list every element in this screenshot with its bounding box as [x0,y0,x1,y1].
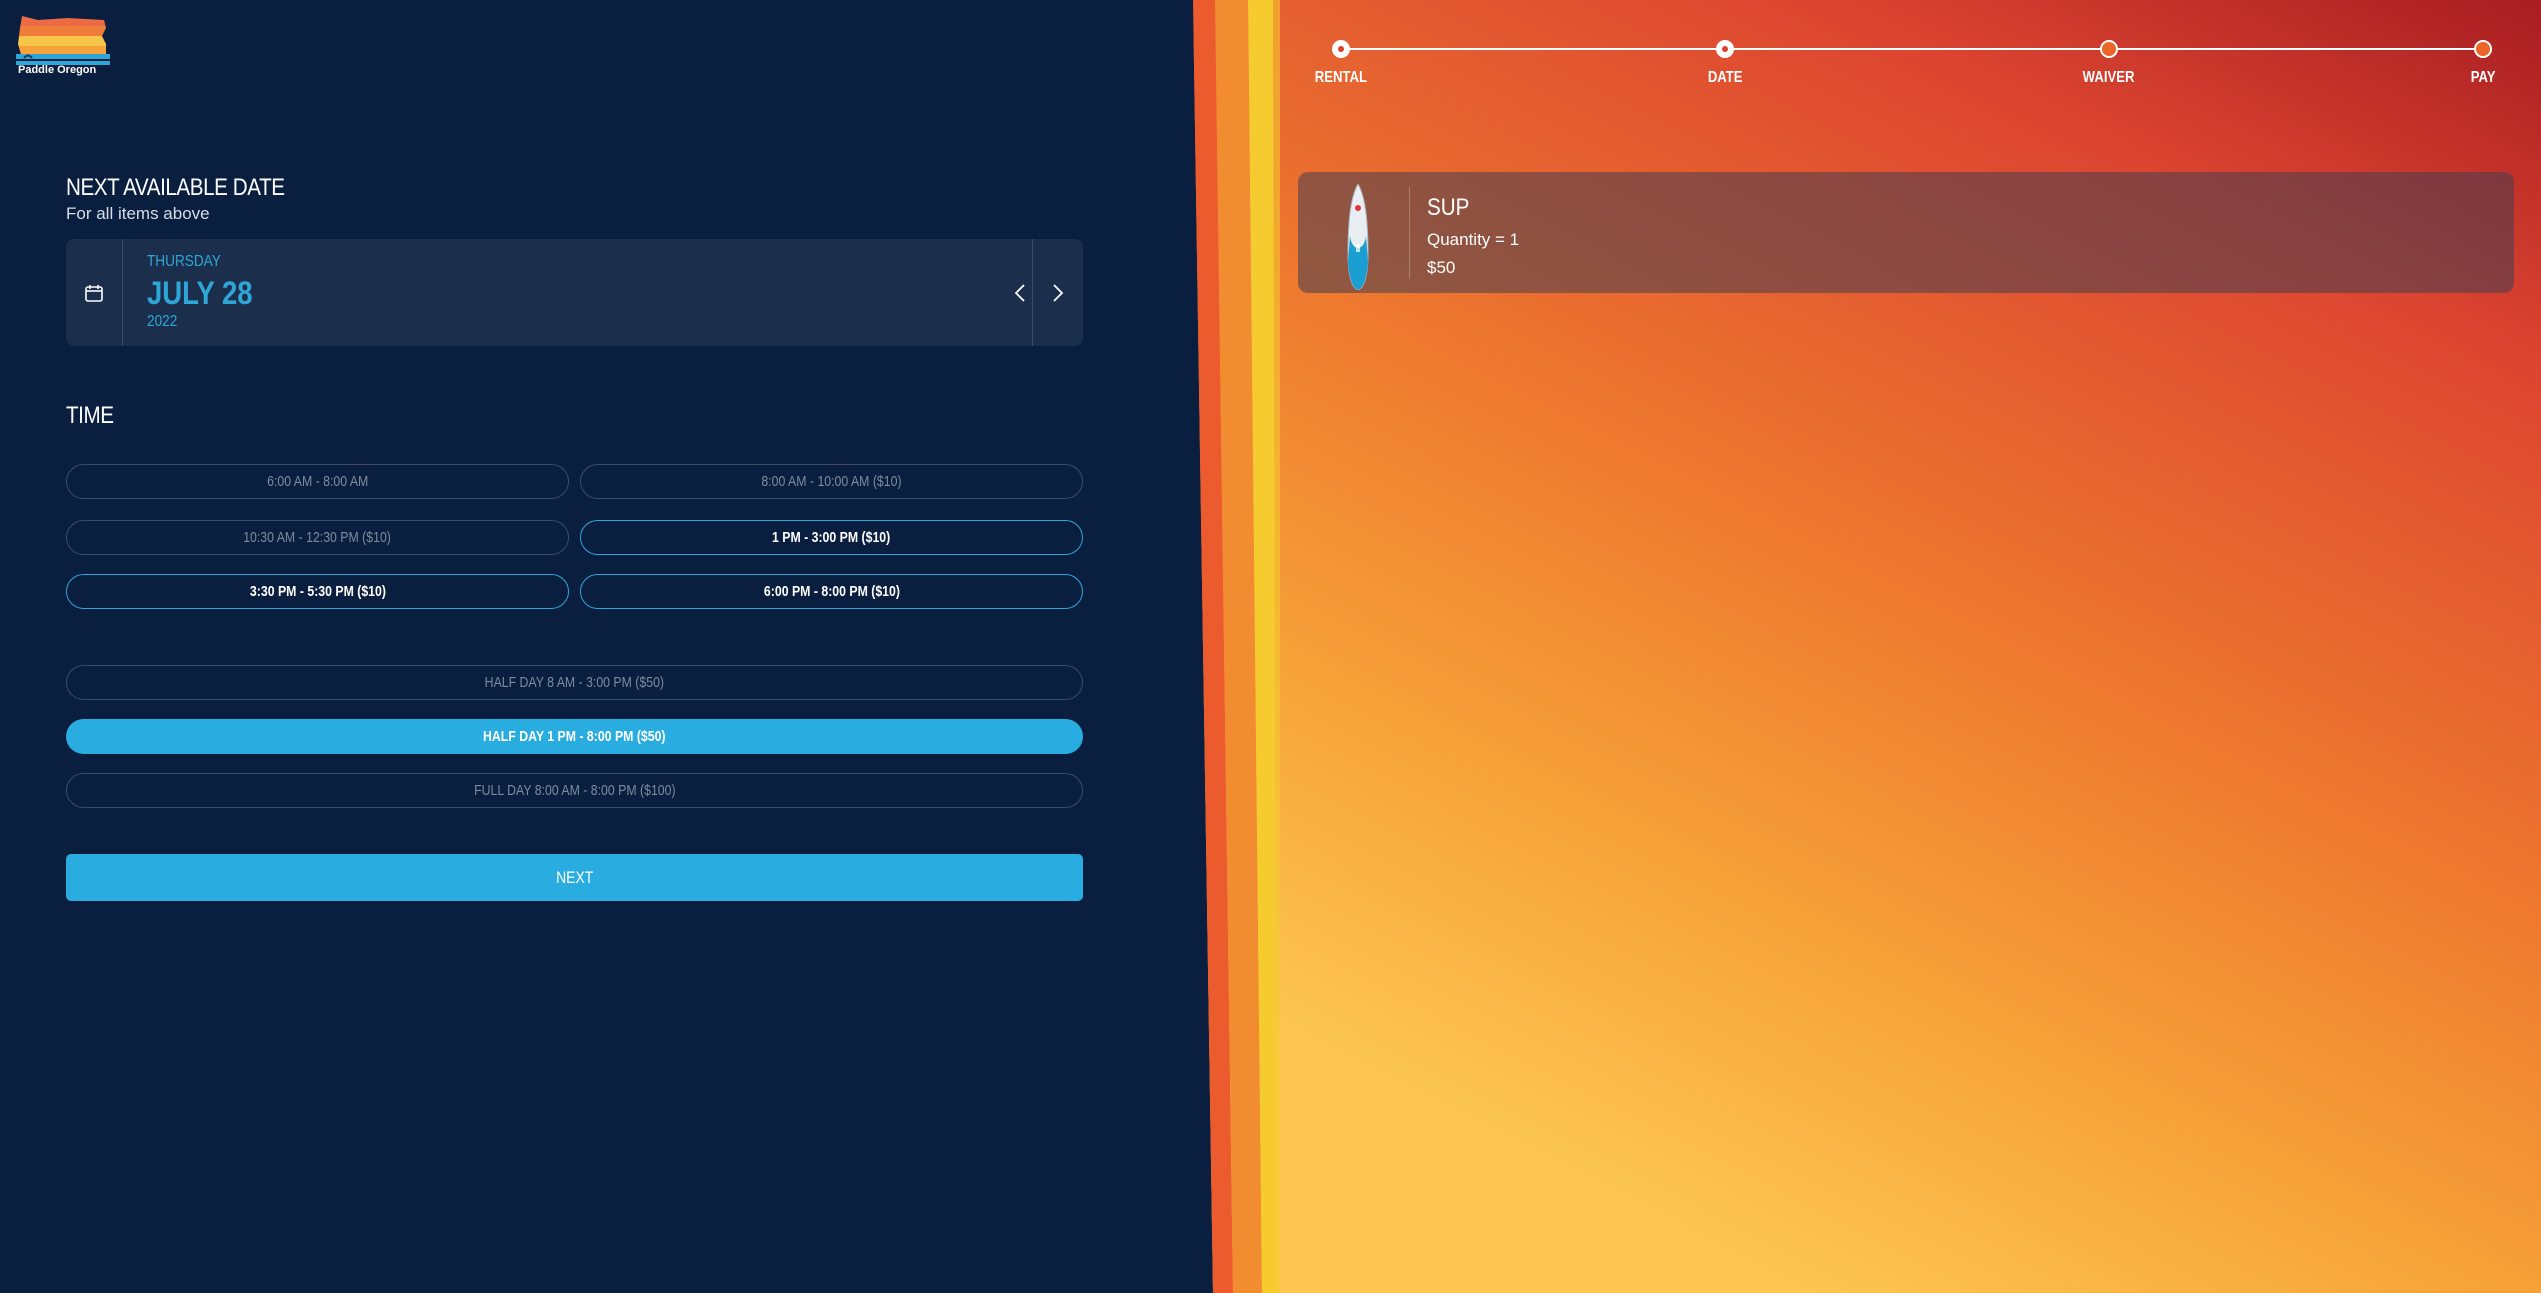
half-day-afternoon-slot[interactable]: HALF DAY 1 PM - 8:00 PM ($50) [66,719,1083,754]
next-button[interactable]: NEXT [66,854,1083,901]
step-label-text: RENTAL [1314,69,1368,86]
prev-date-button[interactable] [1007,239,1032,346]
time-slot-label: 10:30 AM - 12:30 PM ($10) [243,529,392,546]
time-slot-1pm[interactable]: 1 PM - 3:00 PM ($10) [580,520,1083,555]
time-slot-8am[interactable]: 8:00 AM - 10:00 AM ($10) [580,464,1083,499]
step-rental-dot[interactable] [1332,40,1350,58]
date-month-day: JULY 28 [147,275,253,311]
time-slot-label: HALF DAY 1 PM - 8:00 PM ($50) [483,728,666,745]
step-date-label[interactable]: DATE [1665,69,1785,87]
step-label-text: DATE [1707,69,1743,86]
step-waiver-dot[interactable] [2100,40,2118,58]
chevron-right-icon [1053,283,1064,302]
time-slot-label: 6:00 AM - 8:00 AM [266,473,369,490]
item-price: $50 [1427,258,1456,277]
time-slot-label: HALF DAY 8 AM - 3:00 PM ($50) [484,674,665,691]
time-slot-label: 8:00 AM - 10:00 AM ($10) [761,473,902,490]
next-date-title: NEXT AVAILABLE DATE [66,174,285,201]
half-day-morning-slot[interactable]: HALF DAY 8 AM - 3:00 PM ($50) [66,665,1083,700]
next-date-button[interactable] [1033,239,1083,346]
step-label-text: PAY [2470,69,2496,86]
date-day-of-week: THURSDAY [147,253,221,270]
next-button-label: NEXT [555,867,594,887]
stepper-track [1341,48,2481,50]
time-slot-1030am[interactable]: 10:30 AM - 12:30 PM ($10) [66,520,569,555]
time-slot-6am[interactable]: 6:00 AM - 8:00 AM [66,464,569,499]
booking-panel: Paddle Oregon NEXT AVAILABLE DATE For al… [0,0,1240,1293]
cart-item-card: SUP Quantity = 1 $50 [1298,172,2514,293]
calendar-icon[interactable] [66,239,123,346]
card-divider [1409,187,1410,279]
step-waiver-label[interactable]: WAIVER [2049,69,2169,87]
step-date-dot[interactable] [1716,40,1734,58]
time-slot-label: 1 PM - 3:00 PM ($10) [772,529,891,546]
step-pay-dot[interactable] [2474,40,2492,58]
date-year: 2022 [147,313,178,330]
time-slot-label: 3:30 PM - 5:30 PM ($10) [249,583,386,600]
item-quantity: Quantity = 1 [1427,230,1520,249]
time-slot-6pm[interactable]: 6:00 PM - 8:00 PM ($10) [580,574,1083,609]
brand-name: Paddle Oregon [18,64,97,76]
item-name: SUP [1427,194,1470,221]
time-slot-label: 6:00 PM - 8:00 PM ($10) [763,583,900,600]
time-title: TIME [66,402,114,429]
date-subtitle: For all items above [66,204,210,223]
time-slot-label: FULL DAY 8:00 AM - 8:00 PM ($100) [473,782,676,799]
date-picker: THURSDAY JULY 28 2022 [66,239,1083,346]
paddleboard-image [1346,182,1370,291]
time-slot-330pm[interactable]: 3:30 PM - 5:30 PM ($10) [66,574,569,609]
step-rental-label[interactable]: RENTAL [1281,69,1401,87]
full-day-slot[interactable]: FULL DAY 8:00 AM - 8:00 PM ($100) [66,773,1083,808]
step-pay-label[interactable]: PAY [2423,69,2541,87]
step-label-text: WAIVER [2083,69,2135,86]
chevron-left-icon [1014,283,1025,302]
